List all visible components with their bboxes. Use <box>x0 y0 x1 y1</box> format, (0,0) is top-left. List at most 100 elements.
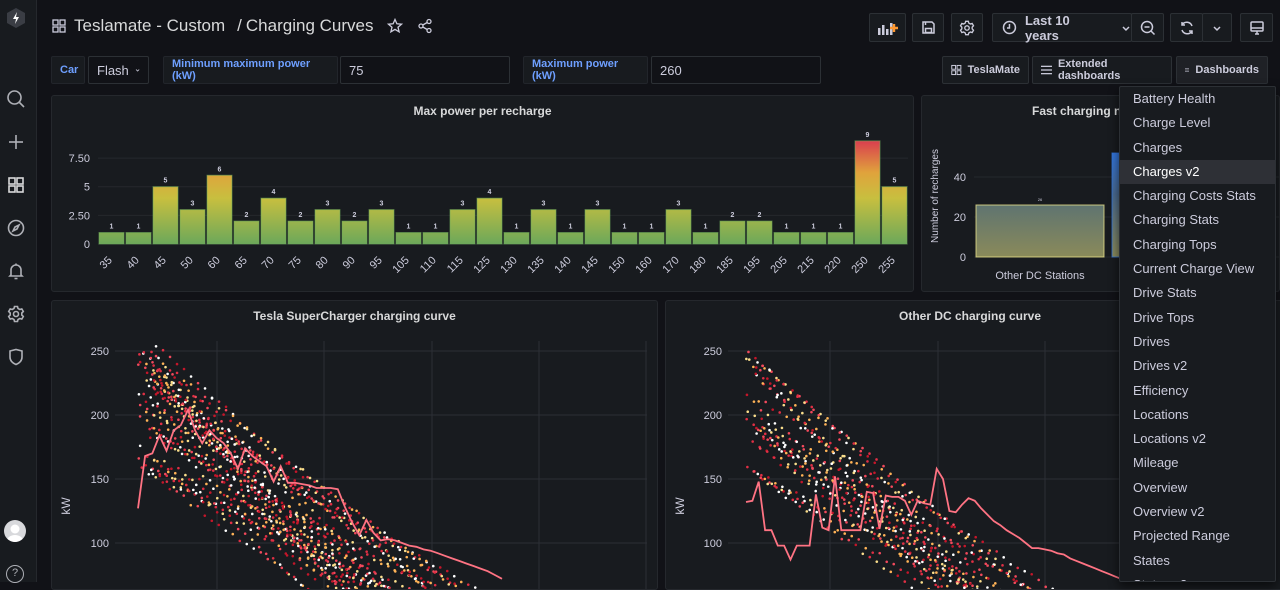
data-point <box>172 441 175 445</box>
data-point <box>789 390 792 394</box>
car-select[interactable]: Flash <box>88 56 149 84</box>
data-point <box>212 428 215 432</box>
panel-title[interactable]: Fast charging ne <box>1032 104 1128 118</box>
data-point <box>274 502 278 506</box>
data-point <box>265 460 269 464</box>
dropdown-item[interactable]: Charge Level <box>1120 111 1275 135</box>
data-point <box>324 559 328 562</box>
data-point <box>324 535 327 539</box>
teslamate-link-label: TeslaMate <box>967 64 1020 76</box>
car-variable-label: Car <box>51 56 85 84</box>
panel-title[interactable]: Max power per recharge <box>52 104 913 118</box>
create-plus-icon[interactable] <box>5 131 27 153</box>
data-point <box>1009 563 1013 566</box>
data-point <box>798 450 801 453</box>
data-point <box>763 477 767 481</box>
dropdown-item[interactable]: States <box>1120 549 1275 573</box>
dropdown-item[interactable]: Charging Costs Stats <box>1120 184 1275 208</box>
data-point <box>391 544 395 548</box>
dropdown-item[interactable]: Current Charge View <box>1120 257 1275 281</box>
data-point <box>856 507 860 511</box>
data-point <box>221 427 224 430</box>
data-point <box>235 521 239 525</box>
data-point <box>138 415 142 418</box>
alerting-bell-icon[interactable] <box>5 260 27 282</box>
search-icon[interactable] <box>5 88 27 110</box>
dropdown-item[interactable]: Locations v2 <box>1120 427 1275 451</box>
share-icon[interactable] <box>417 18 433 34</box>
data-point <box>792 418 796 421</box>
extended-dashboards-link[interactable]: Extended dashboards <box>1032 56 1172 84</box>
time-range-picker[interactable]: Last 10 years <box>992 13 1132 43</box>
data-point <box>965 552 968 555</box>
dropdown-item[interactable]: Charges <box>1120 136 1275 160</box>
data-point <box>817 436 821 439</box>
data-point <box>802 495 805 498</box>
data-point <box>773 444 776 448</box>
data-point <box>368 571 371 575</box>
dropdown-item[interactable]: Drives v2 <box>1120 354 1275 378</box>
add-panel-button[interactable] <box>869 13 906 42</box>
tv-mode-button[interactable] <box>1240 13 1273 42</box>
data-point <box>794 462 797 466</box>
max-power-input[interactable]: 260 <box>651 56 821 84</box>
data-point <box>1026 586 1030 589</box>
server-admin-shield-icon[interactable] <box>5 346 27 368</box>
dropdown-item[interactable]: Locations <box>1120 403 1275 427</box>
refresh-interval-dropdown[interactable] <box>1202 13 1232 42</box>
data-point <box>248 446 251 449</box>
folder-link[interactable]: Teslamate - Custom <box>74 16 225 36</box>
data-point <box>866 485 870 489</box>
data-point <box>171 373 174 376</box>
configuration-gear-icon[interactable] <box>5 303 27 325</box>
dropdown-item[interactable]: Overview <box>1120 476 1275 500</box>
data-point <box>219 501 223 505</box>
dropdown-item[interactable]: Drive Stats <box>1120 281 1275 305</box>
user-avatar[interactable] <box>4 520 26 542</box>
save-dashboard-button[interactable] <box>912 13 944 42</box>
panel-title[interactable]: Tesla SuperCharger charging curve <box>52 309 657 323</box>
data-point <box>217 447 221 450</box>
data-point <box>938 544 941 547</box>
dropdown-item[interactable]: Projected Range <box>1120 524 1275 548</box>
dropdown-item[interactable]: Charging Stats <box>1120 208 1275 232</box>
data-point <box>394 557 397 561</box>
dashboard-title[interactable]: Charging Curves <box>246 16 374 36</box>
data-point <box>806 429 810 432</box>
data-point <box>247 467 251 470</box>
data-point <box>901 542 905 545</box>
data-point <box>300 485 304 489</box>
data-point <box>166 470 170 474</box>
dashboard-settings-button[interactable] <box>951 13 983 42</box>
data-point <box>917 529 920 533</box>
grafana-logo-icon[interactable] <box>6 7 26 29</box>
data-point <box>271 510 274 514</box>
dropdown-item[interactable]: Drive Tops <box>1120 306 1275 330</box>
dropdown-item[interactable]: Charging Tops <box>1120 233 1275 257</box>
teslamate-link[interactable]: TeslaMate <box>942 56 1029 84</box>
dropdown-item[interactable]: Mileage <box>1120 451 1275 475</box>
explore-compass-icon[interactable] <box>5 217 27 239</box>
dropdown-item[interactable]: Efficiency <box>1120 379 1275 403</box>
refresh-button[interactable] <box>1170 13 1203 42</box>
star-icon[interactable] <box>387 18 404 34</box>
dropdown-item[interactable]: States v2 <box>1120 573 1275 581</box>
dropdown-item[interactable]: Overview v2 <box>1120 500 1275 524</box>
dropdown-item[interactable]: Drives <box>1120 330 1275 354</box>
zoom-out-button[interactable] <box>1131 13 1164 42</box>
help-icon[interactable]: ? <box>6 565 24 583</box>
data-point <box>321 556 324 560</box>
data-point <box>217 406 221 410</box>
data-point <box>172 389 175 393</box>
dashboards-link[interactable]: Dashboards <box>1176 56 1268 84</box>
dropdown-item[interactable]: Charges v2 <box>1120 159 1275 185</box>
dropdown-item[interactable]: Battery Health <box>1120 87 1275 111</box>
data-point <box>253 486 256 489</box>
data-point <box>236 527 240 531</box>
data-point <box>908 530 912 533</box>
min-max-power-input[interactable]: 75 <box>340 56 510 84</box>
data-point <box>922 540 926 544</box>
data-point <box>205 482 208 486</box>
dashboards-grid-icon[interactable] <box>5 174 27 196</box>
x-tick-label: 140 <box>552 254 573 275</box>
